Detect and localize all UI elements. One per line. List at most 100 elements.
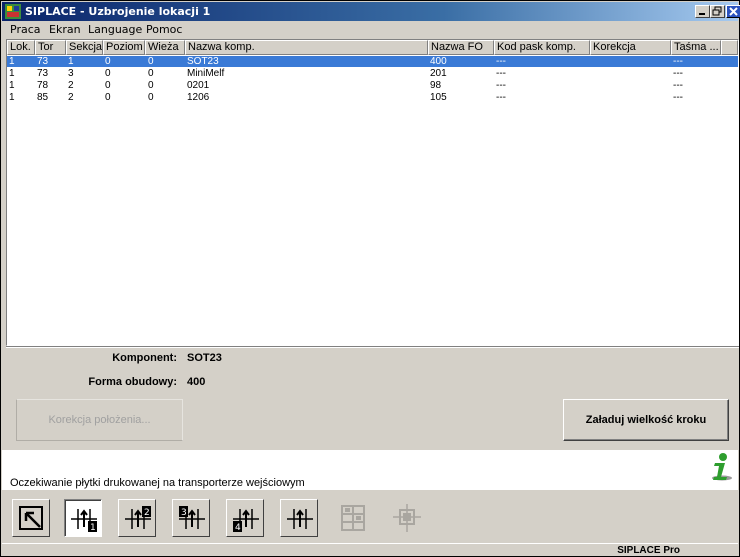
svg-text:2: 2 [144,508,150,518]
conveyor-3-icon: 3 [179,506,205,529]
cell-nazwa-fo: 400 [430,56,447,67]
siplace-app-icon [5,4,21,19]
column-header-tor[interactable]: Tor [35,40,66,55]
column-header-nazwa-fo[interactable]: Nazwa FO [428,40,494,55]
cell-nazwa-fo: 201 [430,68,447,79]
app-window: SIPLACE - Uzbrojenie lokacji 1 Praca Ekr… [0,0,740,557]
arrow-return-icon [19,506,43,530]
column-header-filler [721,40,738,55]
column-header-kod-pask[interactable]: Kod pask komp. [494,40,590,55]
tool-return[interactable] [12,499,50,537]
cell-sekcja: 1 [68,56,74,67]
cell-tor: 78 [37,80,49,91]
status-message: Oczekiwanie płytki drukowanej na transpo… [10,477,305,489]
close-button[interactable] [726,5,740,18]
column-header-sekcja[interactable]: Sekcja [66,40,103,55]
column-header-poziom[interactable]: Poziom [103,40,145,55]
svg-text:1: 1 [90,523,96,533]
tool-conveyor-all[interactable] [280,499,318,537]
close-icon [729,7,738,16]
cell-nazwa-fo: 105 [430,92,447,103]
position-correction-button[interactable]: Korekcja położenia... [16,399,183,441]
svg-text:3: 3 [181,508,187,518]
column-header-nazwa-komp[interactable]: Nazwa komp. [185,40,428,55]
cell-wieza: 0 [148,68,154,79]
cell-kod-pask: --- [496,68,506,79]
package-value: 400 [187,376,206,388]
component-value: SOT23 [187,352,222,364]
cell-kod-pask: --- [496,56,506,67]
tool-board-grid[interactable] [334,499,372,537]
info-icon[interactable] [707,452,733,482]
table-row[interactable]: 1 78 2 0 0 0201 98 --- --- [7,80,738,91]
menu-pomoc[interactable]: Pomoc [146,23,182,36]
cell-tor: 85 [37,92,49,103]
cell-nazwa-komp: 1206 [187,92,210,103]
window-title: SIPLACE - Uzbrojenie lokacji 1 [25,5,211,18]
cell-wieza: 0 [148,56,154,67]
table-row[interactable]: 1 73 3 0 0 MiniMelf 201 --- --- [7,68,738,79]
cell-poziom: 0 [105,68,111,79]
cell-nazwa-komp: MiniMelf [187,68,225,79]
cell-poziom: 0 [105,56,111,67]
tool-conveyor-3[interactable]: 3 [172,499,210,537]
restore-icon [712,6,722,16]
package-label: Forma obudowy: [88,376,177,388]
table-row[interactable]: 1 73 1 0 0 SOT23 400 --- --- [7,55,738,68]
cell-nazwa-komp: SOT23 [187,56,219,67]
column-header-lok[interactable]: Lok. [7,40,35,55]
menu-bar: Praca Ekran Language Pomoc [2,21,738,38]
table-row[interactable]: 1 85 2 0 0 1206 105 --- --- [7,92,738,103]
status-panel: Oczekiwanie płytki drukowanej na transpo… [2,450,738,490]
cell-tasma: --- [673,68,683,79]
cell-poziom: 0 [105,80,111,91]
board-grid-icon [341,505,365,531]
column-header-korekcja[interactable]: Korekcja [590,40,671,55]
tool-board-target[interactable] [388,499,426,537]
cell-tor: 73 [37,68,49,79]
panel-divider [6,346,739,348]
cell-tor: 73 [37,56,49,67]
toolbar: 1 2 3 4 [2,490,738,543]
cell-poziom: 0 [105,92,111,103]
column-header-wieza[interactable]: Wieża [145,40,185,55]
column-header-tasma[interactable]: Taśma ... [671,40,721,55]
svg-text:4: 4 [235,523,241,533]
cell-wieza: 0 [148,92,154,103]
cell-sekcja: 3 [68,68,74,79]
brand-label: SIPLACE Pro [617,545,680,556]
cell-tasma: --- [673,56,683,67]
cell-sekcja: 2 [68,92,74,103]
tool-conveyor-1[interactable]: 1 [64,499,102,537]
setup-table[interactable]: Lok. Tor Sekcja Poziom Wieża Nazwa komp.… [6,39,739,346]
cell-lok: 1 [9,80,15,91]
conveyor-1-icon: 1 [71,509,97,533]
cell-sekcja: 2 [68,80,74,91]
cell-nazwa-komp: 0201 [187,80,210,91]
restore-button[interactable] [710,5,725,18]
load-step-size-button[interactable]: Załaduj wielkość kroku [563,399,729,441]
cell-tasma: --- [673,92,683,103]
menu-language[interactable]: Language [88,23,142,36]
minimize-icon [699,13,705,15]
cell-wieza: 0 [148,80,154,91]
menu-praca[interactable]: Praca [10,23,41,36]
cell-nazwa-fo: 98 [430,80,442,91]
tool-conveyor-2[interactable]: 2 [118,499,156,537]
conveyor-4-icon: 4 [233,509,259,533]
component-label: Komponent: [112,352,177,364]
cell-kod-pask: --- [496,92,506,103]
conveyor-all-icon [287,509,313,529]
cell-kod-pask: --- [496,80,506,91]
minimize-button[interactable] [695,5,710,18]
menu-ekran[interactable]: Ekran [49,23,81,36]
board-target-icon [393,504,421,532]
cell-tasma: --- [673,80,683,91]
tool-conveyor-4[interactable]: 4 [226,499,264,537]
conveyor-2-icon: 2 [125,506,151,529]
cell-lok: 1 [9,56,15,67]
cell-lok: 1 [9,92,15,103]
status-bar: SIPLACE Pro [2,543,738,556]
title-bar[interactable]: SIPLACE - Uzbrojenie lokacji 1 [2,2,740,21]
cell-lok: 1 [9,68,15,79]
